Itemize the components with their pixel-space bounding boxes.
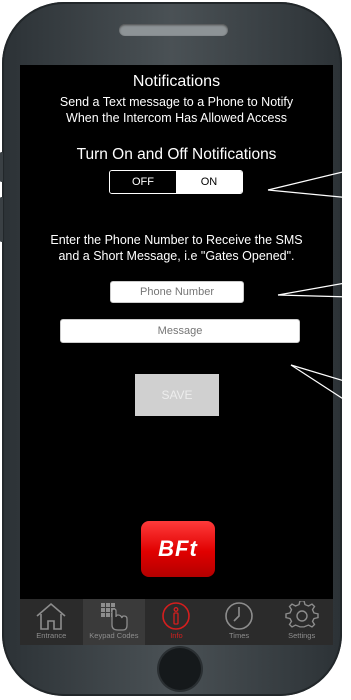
instructions-line-2: and a Short Message, i.e "Gates Opened". xyxy=(58,249,295,263)
tab-times[interactable]: Times xyxy=(208,599,271,645)
toggle-heading: Turn On and Off Notifications xyxy=(76,146,277,163)
gear-icon xyxy=(284,601,319,628)
phone-number-input[interactable] xyxy=(110,281,244,303)
subtitle-line-1: Send a Text message to a Phone to Notify xyxy=(59,95,294,109)
phone-instructions: Enter the Phone Number to Receive the SM… xyxy=(20,232,333,264)
tab-info-label: Info xyxy=(170,631,183,640)
house-icon xyxy=(36,602,66,630)
logo-text: BFt xyxy=(158,536,198,561)
tab-keypad-codes-label: Keypad Codes xyxy=(89,631,139,640)
notifications-toggle[interactable]: OFF ON xyxy=(109,170,243,194)
tab-settings-label: Settings xyxy=(288,631,316,640)
info-icon xyxy=(162,602,191,630)
tab-keypad-codes[interactable]: Keypad Codes xyxy=(82,599,146,645)
page-title: Notifications xyxy=(132,73,221,90)
save-button[interactable]: SAVE xyxy=(135,374,219,416)
instructions-line-1: Enter the Phone Number to Receive the SM… xyxy=(50,233,303,247)
message-input[interactable] xyxy=(60,319,300,343)
tab-settings[interactable]: Settings xyxy=(270,599,333,645)
tab-bar: Entrance Keypad Codes Info Times Setting… xyxy=(20,599,333,645)
keypad-icon xyxy=(100,603,128,631)
tab-info[interactable]: Info xyxy=(145,599,208,645)
phone-side-button xyxy=(0,197,3,242)
bft-logo: BFt xyxy=(141,521,215,577)
phone-speaker xyxy=(119,24,228,36)
phone-home-button[interactable] xyxy=(159,648,201,690)
tab-entrance-label: Entrance xyxy=(36,631,67,640)
toggle-off-option[interactable]: OFF xyxy=(110,171,176,193)
tab-entrance[interactable]: Entrance xyxy=(20,599,83,645)
clock-icon xyxy=(225,602,253,630)
toggle-on-option[interactable]: ON xyxy=(176,171,242,193)
subtitle-line-2: When the Intercom Has Allowed Access xyxy=(66,111,287,125)
phone-side-button xyxy=(0,152,3,182)
tab-times-label: Times xyxy=(229,631,250,640)
app-screen: Notifications Send a Text message to a P… xyxy=(20,65,333,645)
page-subtitle: Send a Text message to a Phone to Notify… xyxy=(20,94,333,126)
